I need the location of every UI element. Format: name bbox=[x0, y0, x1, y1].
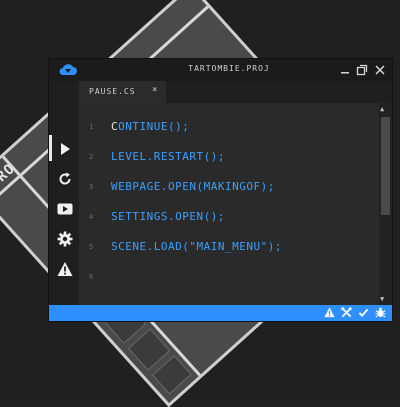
editor-window: TARTOMBIE.PROJ PAUSE.CS × 1 CONTINUE(); … bbox=[49, 59, 392, 321]
code-text-rest: ONTINUE(); bbox=[118, 120, 190, 133]
sidebar-active-indicator bbox=[49, 135, 52, 161]
video-icon[interactable] bbox=[57, 201, 73, 217]
check-icon[interactable] bbox=[358, 307, 369, 318]
line-number: 4 bbox=[89, 213, 94, 221]
bug-icon[interactable] bbox=[375, 307, 386, 318]
window-title: TARTOMBIE.PROJ bbox=[188, 64, 270, 73]
code-line: 4 SETTINGS.OPEN(); bbox=[79, 208, 379, 228]
tab-bar: PAUSE.CS × bbox=[79, 81, 392, 104]
tools-icon[interactable] bbox=[341, 307, 352, 318]
warning-icon[interactable] bbox=[324, 307, 335, 318]
warning-icon[interactable] bbox=[57, 261, 73, 277]
line-number: 1 bbox=[89, 123, 94, 131]
status-bar bbox=[49, 305, 392, 321]
sidebar bbox=[49, 81, 79, 305]
scrollbar-thumb[interactable] bbox=[381, 117, 390, 215]
code-text: SCENE.LOAD("MAIN_MENU"); bbox=[111, 240, 282, 253]
code-text: SETTINGS.OPEN(); bbox=[111, 210, 225, 223]
code-line: 6 bbox=[79, 268, 379, 288]
maximize-icon[interactable] bbox=[355, 63, 369, 77]
line-number: 5 bbox=[89, 243, 94, 251]
line-number: 2 bbox=[89, 153, 94, 161]
gear-icon[interactable] bbox=[57, 231, 73, 247]
cloud-icon bbox=[59, 64, 77, 75]
code-text: WEBPAGE.OPEN(MAKINGOF); bbox=[111, 180, 275, 193]
refresh-icon[interactable] bbox=[57, 171, 73, 187]
scroll-up-icon[interactable]: ▲ bbox=[380, 105, 384, 113]
line-number: 3 bbox=[89, 183, 94, 191]
scroll-down-icon[interactable]: ▼ bbox=[380, 295, 384, 303]
tab-close-icon[interactable]: × bbox=[152, 85, 157, 95]
code-line: 2 LEVEL.RESTART(); bbox=[79, 148, 379, 168]
code-line: 1 CONTINUE(); bbox=[79, 118, 379, 138]
code-editor[interactable]: 1 CONTINUE(); 2 LEVEL.RESTART(); 3 WEBPAGE.OP… bbox=[79, 103, 379, 305]
tab-pause-cs[interactable]: PAUSE.CS × bbox=[79, 81, 166, 103]
code-text: LEVEL.RESTART(); bbox=[111, 150, 225, 163]
line-number: 6 bbox=[89, 273, 94, 281]
code-line: 5 SCENE.LOAD("MAIN_MENU"); bbox=[79, 238, 379, 258]
tab-label: PAUSE.CS bbox=[89, 87, 136, 96]
play-icon[interactable] bbox=[57, 141, 73, 157]
title-bar[interactable]: TARTOMBIE.PROJ bbox=[49, 59, 392, 81]
code-text: CONTINUE(); bbox=[111, 120, 189, 133]
minimize-icon[interactable] bbox=[338, 63, 352, 77]
code-line: 3 WEBPAGE.OPEN(MAKINGOF); bbox=[79, 178, 379, 198]
close-icon[interactable] bbox=[373, 63, 387, 77]
